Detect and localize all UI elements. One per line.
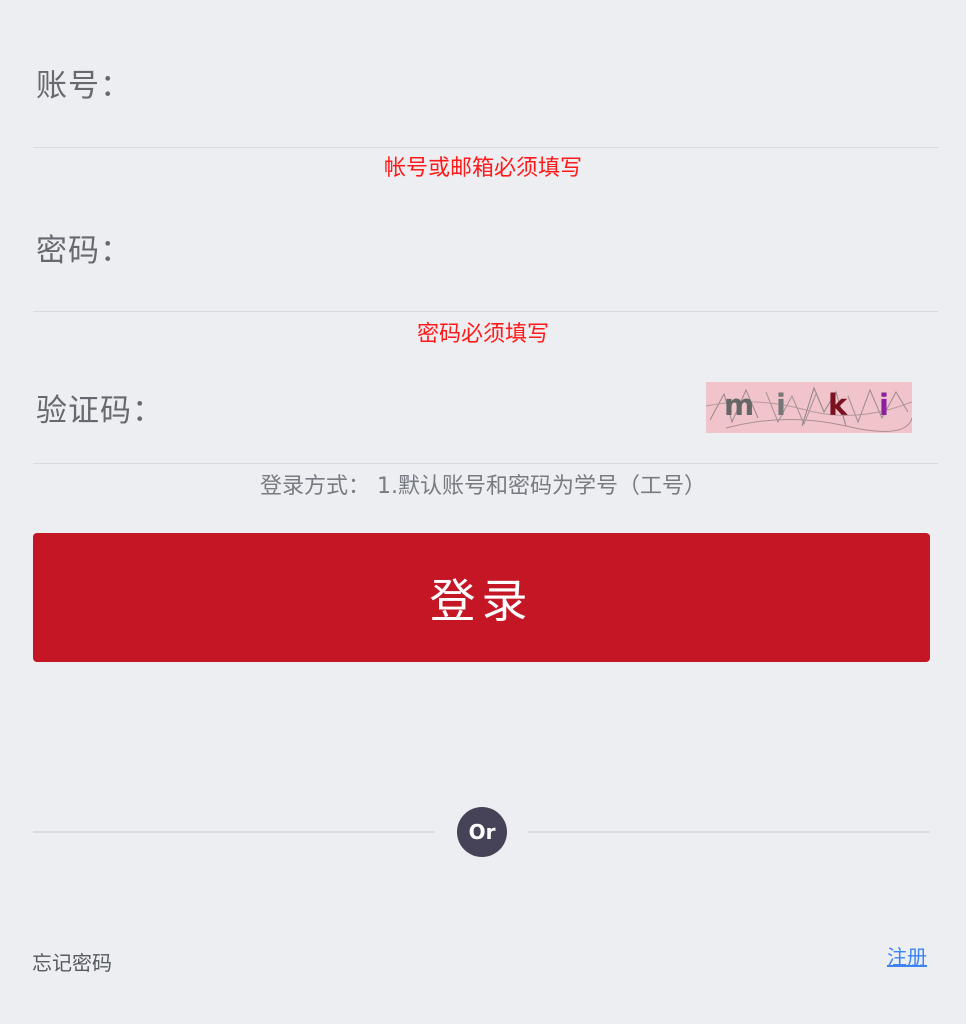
account-input[interactable] [143,40,933,147]
or-badge: Or [457,807,507,857]
captcha-char-1: m [724,388,755,422]
login-page: 账号： 帐号或邮箱必须填写 密码： 密码必须填写 验证码： m i k i 登录… [0,0,966,1024]
divider-left [33,831,435,833]
account-error: 帐号或邮箱必须填写 [383,156,582,181]
forgot-password-link[interactable]: 忘记密码 [32,947,112,976]
register-link[interactable]: 注册 [887,941,927,970]
captcha-input[interactable] [183,365,693,463]
login-button[interactable]: 登录 [33,533,930,662]
password-error: 密码必须填写 [416,322,549,347]
password-input[interactable] [143,205,933,311]
captcha-char-3: k [828,388,848,422]
captcha-image[interactable]: m i k i [706,382,912,433]
captcha-label: 验证码： [36,393,164,429]
password-label: 密码： [36,233,132,269]
account-field: 账号： [33,40,938,148]
captcha-char-2: i [776,388,786,422]
divider-right [528,831,930,833]
login-method-hint: 登录方式： 1.默认账号和密码为学号（工号） [260,474,706,499]
password-field: 密码： [33,205,938,312]
account-label: 账号： [36,68,132,104]
captcha-char-4: i [879,388,889,422]
